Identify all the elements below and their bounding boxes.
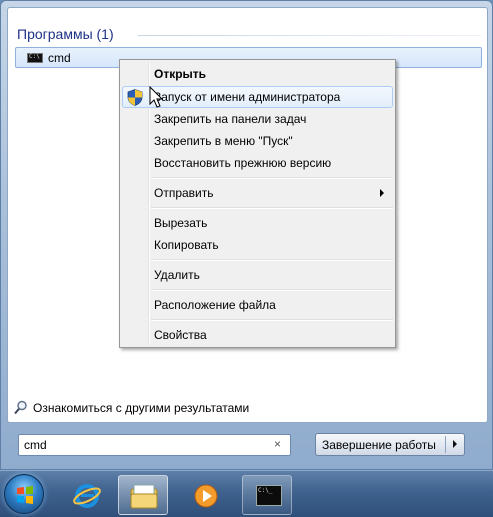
menu-item-send-to[interactable]: Отправить [122,182,393,204]
menu-item-label: Восстановить прежнюю версию [154,156,332,170]
command-prompt-icon: C:\_ [256,485,282,506]
taskbar-media-player[interactable] [181,475,231,515]
menu-item-file-location[interactable]: Расположение файла [122,294,393,316]
menu-separator [151,207,393,209]
result-label: cmd [48,51,71,65]
menu-item-properties[interactable]: Свойства [122,324,393,346]
menu-item-label: Свойства [154,328,207,342]
windows-logo-icon [17,486,33,504]
taskbar-command-prompt[interactable]: C:\_ [242,475,292,515]
menu-item-pin-start[interactable]: Закрепить в меню "Пуск" [122,130,393,152]
menu-item-label: Вырезать [154,216,208,230]
shutdown-label: Завершение работы [322,438,436,452]
menu-separator [151,177,393,179]
menu-item-label: Закрепить на панели задач [154,112,307,126]
programs-section-header: Программы (1) [17,26,114,42]
see-more-label: Ознакомиться с другими результатами [33,401,250,415]
submenu-arrow-icon [380,189,384,197]
taskbar-internet-explorer[interactable] [62,475,112,515]
menu-item-label: Удалить [154,268,200,282]
clear-search-icon[interactable]: × [274,437,281,451]
section-divider [138,35,481,36]
shutdown-button[interactable]: Завершение работы [315,433,465,456]
taskbar-windows-explorer[interactable] [118,475,168,515]
menu-separator [151,259,393,261]
menu-item-label: Запуск от имени администратора [154,90,341,104]
mouse-cursor-icon [149,86,164,108]
menu-item-pin-taskbar[interactable]: Закрепить на панели задач [122,108,393,130]
menu-item-label: Закрепить в меню "Пуск" [154,134,293,148]
taskbar: C:\_ [0,470,493,517]
menu-item-label: Отправить [154,186,214,200]
search-input[interactable] [24,437,269,453]
menu-item-label: Копировать [154,238,219,252]
shutdown-options-arrow-icon[interactable] [453,440,457,448]
command-prompt-icon [27,53,43,63]
menu-separator [151,319,393,321]
menu-item-label: Расположение файла [154,298,276,312]
menu-separator [151,289,393,291]
menu-item-label: Открыть [154,67,207,81]
menu-item-delete[interactable]: Удалить [122,264,393,286]
menu-item-copy[interactable]: Копировать [122,234,393,256]
internet-explorer-icon [73,484,101,508]
menu-item-cut[interactable]: Вырезать [122,212,393,234]
search-field[interactable]: × [18,434,291,456]
windows-orb-icon[interactable] [4,474,44,514]
uac-shield-icon [127,89,143,106]
media-player-icon [194,484,218,508]
magnifier-icon [14,400,27,415]
shutdown-divider [445,436,446,453]
menu-item-open[interactable]: Открыть [122,63,393,85]
menu-item-restore-previous[interactable]: Восстановить прежнюю версию [122,152,393,174]
folder-library-icon [130,484,158,509]
